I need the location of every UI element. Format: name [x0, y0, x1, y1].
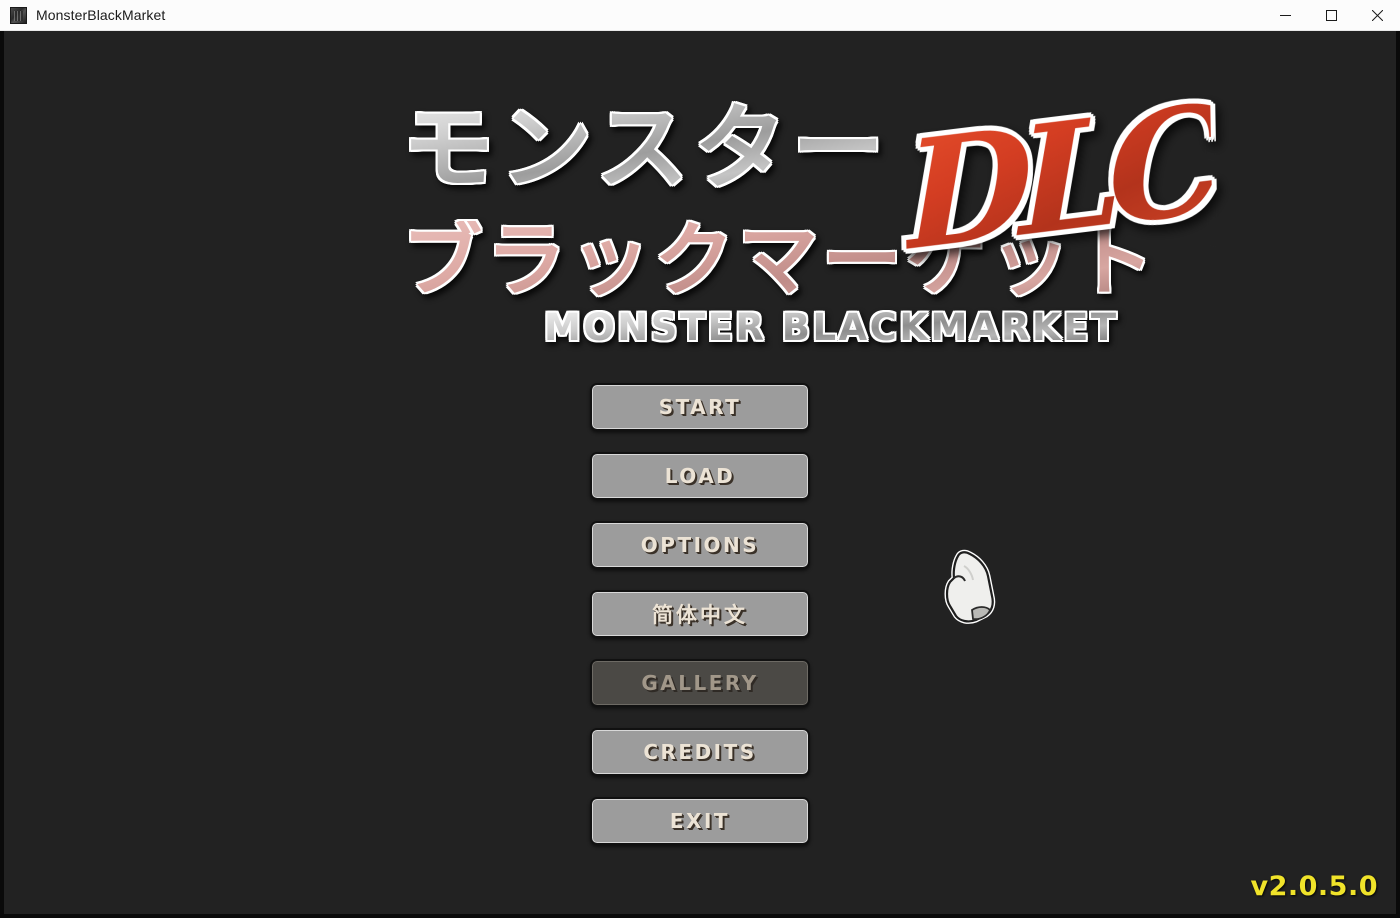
close-icon: [1371, 9, 1383, 21]
menu-button-options[interactable]: OPTIONS: [590, 521, 810, 569]
menu-label-start: START: [658, 395, 742, 419]
menu-label-language: 简体中文: [652, 603, 748, 627]
logo-japanese-line-2: ブラックマーケット: [402, 214, 1158, 307]
application-window: MonsterBlackMarket モンスター ブラックマーケット DLC M…: [0, 0, 1400, 918]
minimize-button[interactable]: [1262, 0, 1308, 31]
logo-english-subtitle: MONSTER BLACKMARKET: [544, 306, 1119, 349]
menu-label-gallery: GALLERY: [641, 671, 759, 695]
maximize-button[interactable]: [1308, 0, 1354, 31]
game-title-screen: モンスター ブラックマーケット DLC MONSTER BLACKMARKET …: [4, 31, 1396, 914]
menu-button-load[interactable]: LOAD: [590, 452, 810, 500]
logo-japanese-line-1: モンスター: [402, 95, 891, 202]
maximize-icon: [1325, 9, 1337, 21]
main-menu: START LOAD OPTIONS 简体中文 GALLERY CREDITS …: [590, 383, 814, 845]
menu-label-options: OPTIONS: [640, 533, 760, 557]
menu-button-gallery[interactable]: GALLERY: [590, 659, 810, 707]
window-controls: [1262, 0, 1400, 31]
logo-dlc-badge: DLC: [904, 71, 1213, 284]
close-button[interactable]: [1354, 0, 1400, 31]
minimize-icon: [1279, 14, 1291, 16]
menu-button-start[interactable]: START: [590, 383, 810, 431]
window-title: MonsterBlackMarket: [36, 7, 166, 23]
pointing-hand-cursor-icon: [942, 548, 1004, 628]
app-icon: [10, 6, 27, 24]
menu-label-exit: EXIT: [669, 809, 731, 833]
version-label: v2.0.5.0: [1250, 871, 1378, 902]
game-logo: モンスター ブラックマーケット DLC MONSTER BLACKMARKET: [4, 31, 1396, 346]
menu-button-language[interactable]: 简体中文: [590, 590, 810, 638]
menu-button-credits[interactable]: CREDITS: [590, 728, 810, 776]
title-bar[interactable]: MonsterBlackMarket: [0, 0, 1400, 31]
menu-label-credits: CREDITS: [643, 740, 757, 764]
menu-button-exit[interactable]: EXIT: [590, 797, 810, 845]
menu-label-load: LOAD: [664, 464, 736, 488]
